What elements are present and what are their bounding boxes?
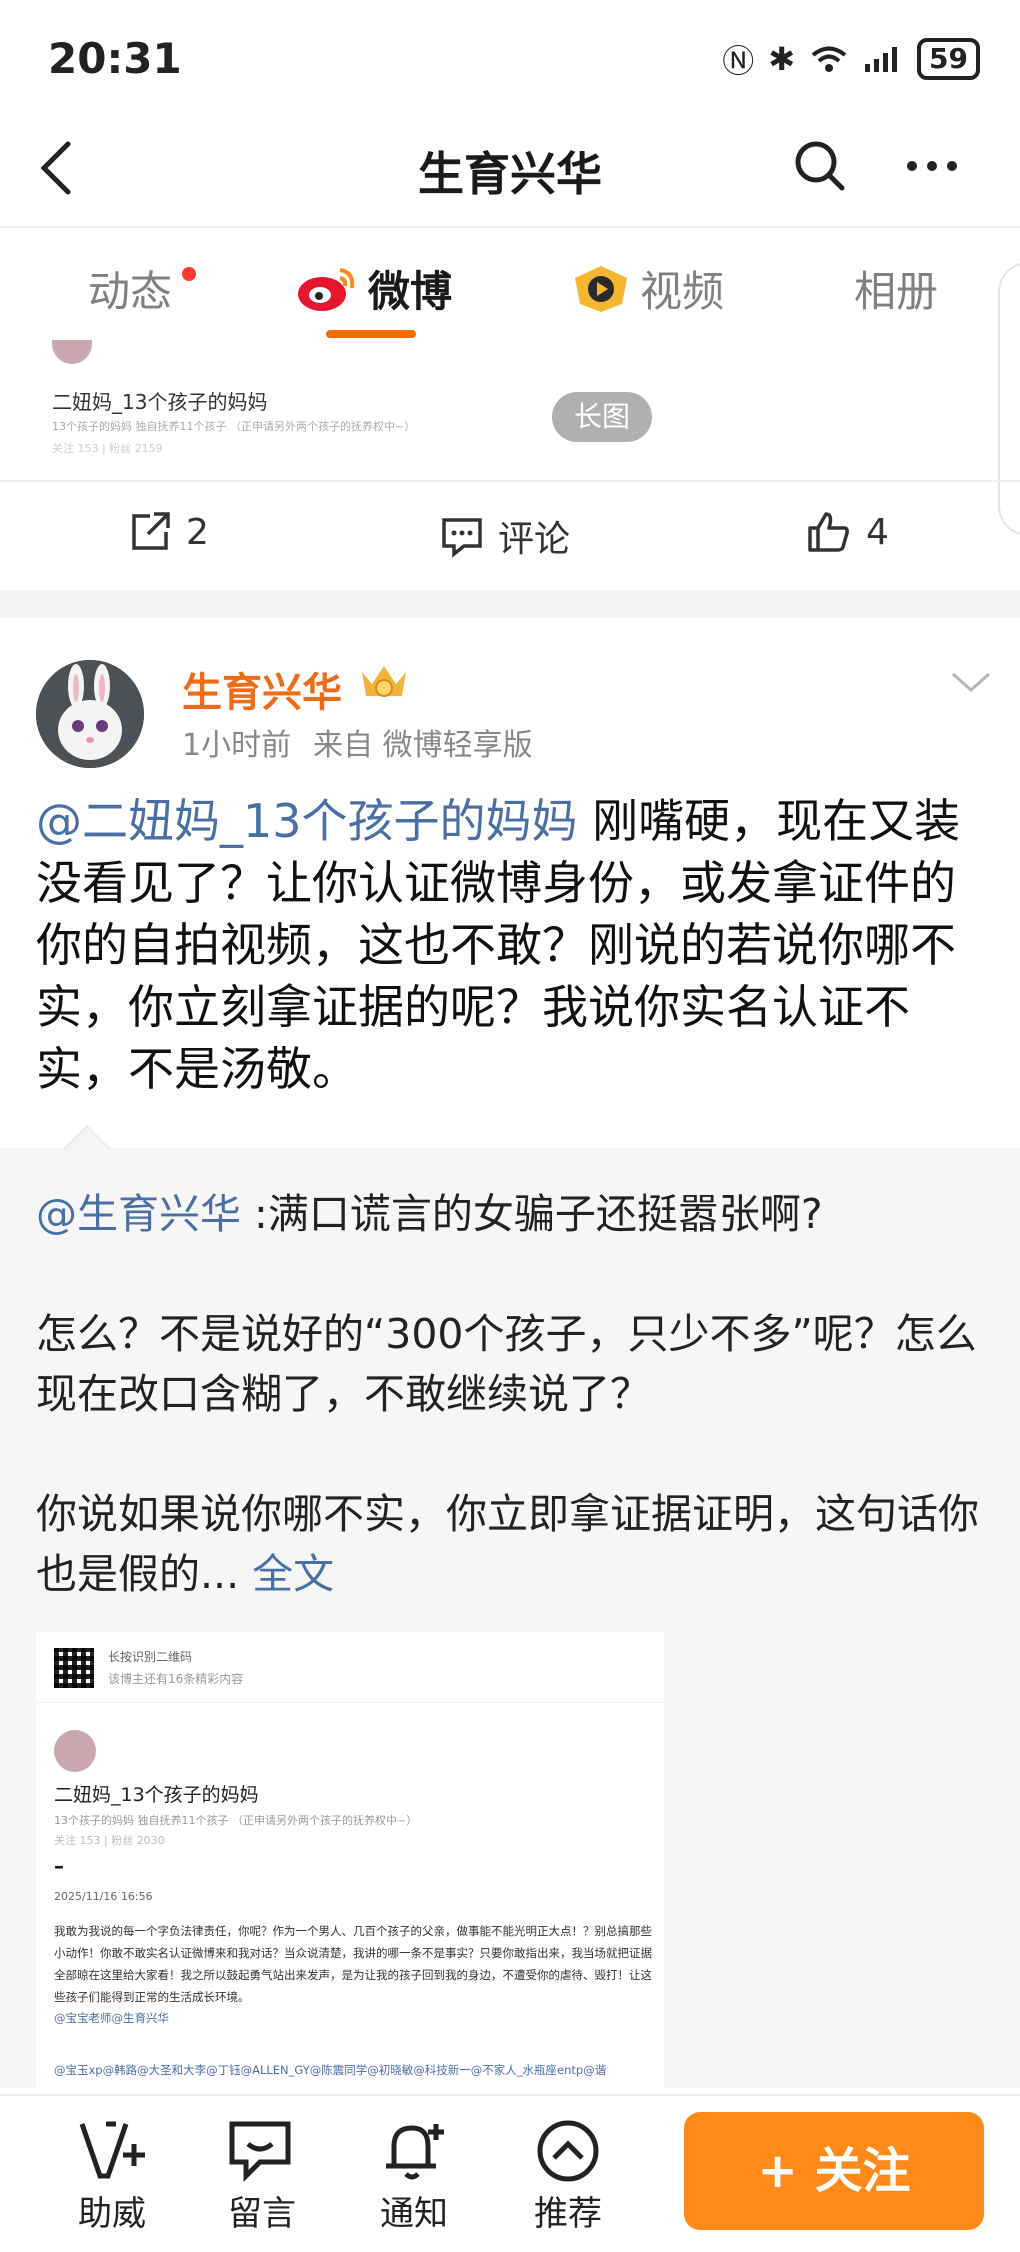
embedded-long-image[interactable]: 长按识别二维码 该博主还有16条精彩内容 二妞妈_13个孩子的妈妈 13个孩子的… [36,1632,664,2102]
embedded-date: 2025/11/16 16:56 [54,1890,153,1903]
comment-button[interactable]: 评论 [440,510,570,562]
follow-button[interactable]: + 关注 [684,2112,984,2230]
comment-label: 评论 [498,519,571,560]
post-time: 1小时前 [182,728,292,763]
more-options-icon[interactable] [904,158,960,174]
tab-label: 相册 [854,267,939,316]
share-button[interactable]: 2 [128,510,209,554]
tab-label: 动态 [88,267,173,316]
member-crown-icon [362,666,406,697]
mention-link[interactable]: @二妞妈_13个孩子的妈妈 [36,794,578,848]
cheer-label: 助威 [78,2194,146,2234]
mini-avatar [52,340,92,364]
full-text-link[interactable]: 全文 [239,1550,334,1598]
previous-post-image[interactable]: 二妞妈_13个孩子的妈妈 13个孩子的妈妈 独自抚养11个孩子 （正申请另外两个… [34,340,994,460]
repost-paragraph-3-text: 你说如果说你哪不实，你立即拿证据证明，这句话你也是假的... [36,1490,979,1598]
bottom-action-bar: 助威 留言 通知 推荐 + 关注 [0,2094,1020,2252]
message-bubble-icon [229,2121,291,2183]
like-button[interactable]: 4 [806,510,889,554]
clock: 20:31 [48,34,182,83]
repost-line-1-text: :满口谎言的女骗子还挺嚣张啊? [241,1190,823,1238]
share-icon [132,512,170,550]
card-separator [0,590,1020,618]
repost-paragraph-2: 怎么？不是说好的“300个孩子，只少不多”呢？怎么现在改口含糊了，不敢继续说了？ [36,1310,977,1418]
embedded-author-bio: 13个孩子的妈妈 独自抚养11个孩子 （正申请另外两个孩子的抚养权中~） [54,1814,418,1827]
embedded-author-name: 二妞妈_13个孩子的妈妈 [52,390,268,414]
thumbs-up-icon [808,512,849,552]
notify-label: 通知 [380,2194,448,2234]
embedded-author-bio: 13个孩子的妈妈 独自抚养11个孩子 （正申请另外两个孩子的抚养权中~） [52,420,416,433]
tab-label: 微博 [368,267,453,316]
tab-weibo[interactable]: 微博 [296,258,452,319]
bell-plus-icon [386,2124,444,2180]
share-count: 2 [186,511,209,553]
signal-icon [865,47,898,72]
post-text: @二妞妈_13个孩子的妈妈 刚嘴硬，现在又装没看见了？让你认证微博身份，或发拿证… [36,790,986,1100]
qr-title: 长按识别二维码 [108,1650,193,1664]
bluetooth-icon: ✱ [768,40,796,78]
repost-paragraph-3: 你说如果说你哪不实，你立即拿证据证明，这句话你也是假的... 全文 [36,1484,986,1604]
embedded-author-name: 二妞妈_13个孩子的妈妈 [54,1784,259,1806]
wifi-icon [811,46,847,72]
profile-tabs: 动态 微博 视频 相册 [0,228,1020,348]
post-source: 来自 微博轻享版 [313,728,533,763]
tab-video[interactable]: 视频 [572,258,724,319]
repost-line-1: @生育兴华 :满口谎言的女骗子还挺嚣张啊? [36,1184,986,1244]
embedded-mentions: @宝玉xp@韩路@大圣和大李@丁钰@ALLEN_GY@陈震同学@初晓敏@科技新一… [54,2063,607,2077]
notification-dot [182,266,197,281]
post-action-bar: 2 评论 4 [0,480,1020,592]
status-bar: 20:31 Ⓝ ✱ 59 [0,0,1020,110]
qr-subtitle: 该博主还有16条精彩内容 [108,1672,244,1686]
page-title: 生育兴华 [418,147,602,201]
nfc-icon: Ⓝ [722,42,755,80]
notify-button[interactable]: 通知 [354,2116,474,2235]
battery-indicator: 59 [917,38,980,80]
message-button[interactable]: 留言 [202,2116,322,2235]
comment-icon [442,518,482,558]
mention-link[interactable]: @生育兴华 [36,1190,241,1238]
embedded-body: 我敢为我说的每一个字负法律责任，你呢？作为一个男人、几百个孩子的父亲，做事能不能… [54,1924,652,2004]
video-badge-icon [575,265,627,312]
qr-code-icon [54,1648,94,1688]
embedded-author-stats: 关注 153 | 粉丝 2159 [52,442,163,455]
author-name[interactable]: 生育兴华 [182,660,342,718]
tab-album[interactable]: 相册 [854,258,938,319]
active-tab-indicator [326,330,416,338]
recommend-label: 推荐 [534,2194,602,2234]
divider [36,1702,664,1703]
embedded-dash: – [54,1854,64,1878]
embedded-tags: @宝宝老师@生育兴华 [54,2011,169,2025]
rabbit-avatar-icon [36,660,144,768]
weibo-logo-icon [298,267,355,311]
chevron-down-icon[interactable] [950,670,992,696]
like-count: 4 [866,511,889,553]
long-image-badge: 长图 [552,392,652,442]
embedded-author-stats: 关注 153 | 粉丝 2030 [54,1834,165,1847]
status-icons: Ⓝ ✱ 59 [722,36,980,82]
repost-text: @生育兴华 :满口谎言的女骗子还挺嚣张啊? 怎么？不是说好的“300个孩子，只少… [36,1184,986,1604]
tab-label: 视频 [640,267,725,316]
cheer-v-plus-icon [79,2121,145,2179]
post-meta: 1小时前 来自 微博轻享版 [182,720,555,764]
author-avatar[interactable] [36,660,144,768]
search-icon[interactable] [792,138,848,194]
cheer-button[interactable]: 助威 [52,2116,172,2235]
tab-dynamics[interactable]: 动态 [88,258,197,319]
chevron-up-circle-icon [537,2120,599,2182]
recommend-button[interactable]: 推荐 [508,2116,628,2235]
embedded-avatar [54,1730,96,1772]
nav-header: 生育兴华 [0,110,1020,228]
message-label: 留言 [228,2194,296,2234]
